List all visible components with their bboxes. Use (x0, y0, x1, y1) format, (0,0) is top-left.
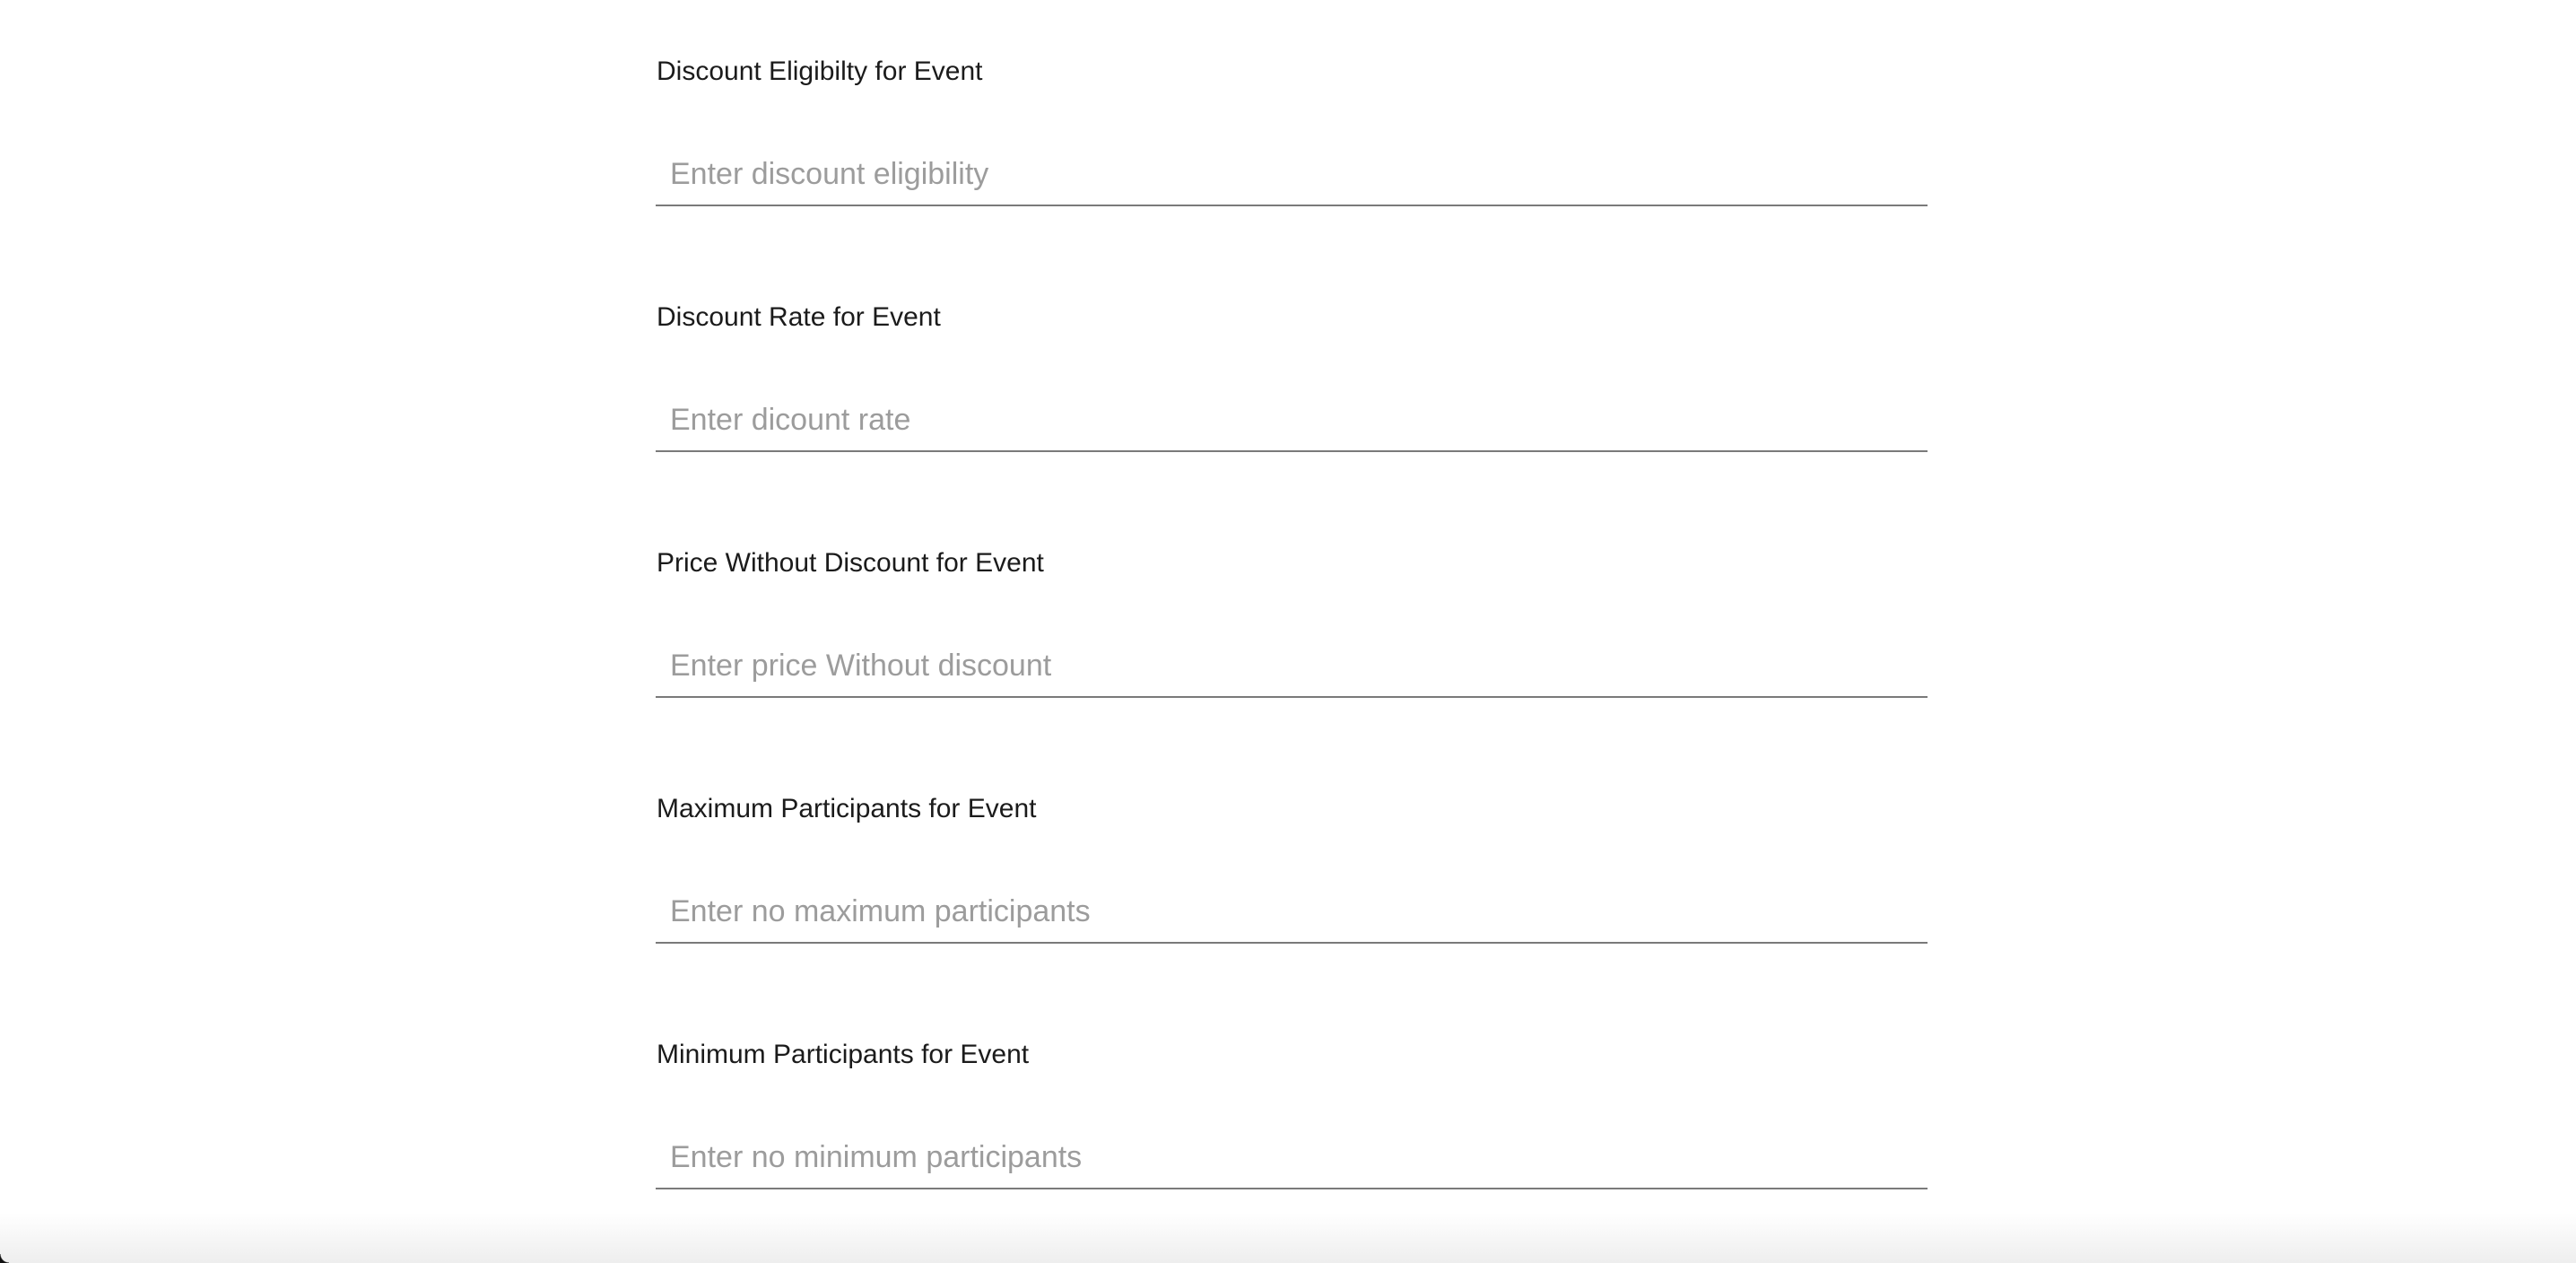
discount-eligibility-field: Discount Eligibilty for Event (656, 0, 1928, 208)
maximum-participants-field: Maximum Participants for Event (656, 737, 1928, 945)
bottom-scroll-shadow (0, 1213, 2576, 1263)
discount-rate-field: Discount Rate for Event (656, 246, 1928, 454)
maximum-participants-input[interactable] (656, 881, 1928, 944)
discount-rate-label: Discount Rate for Event (657, 302, 941, 332)
discount-eligibility-input[interactable] (656, 144, 1928, 206)
minimum-participants-field: Minimum Participants for Event (656, 983, 1928, 1191)
price-without-discount-input[interactable] (656, 635, 1928, 698)
window-corner (0, 1254, 9, 1263)
price-without-discount-field: Price Without Discount for Event (656, 492, 1928, 700)
maximum-participants-label: Maximum Participants for Event (657, 794, 1037, 823)
minimum-participants-label: Minimum Participants for Event (657, 1040, 1030, 1069)
discount-rate-input[interactable] (656, 389, 1928, 452)
discount-eligibility-label: Discount Eligibilty for Event (657, 57, 983, 86)
minimum-participants-input[interactable] (656, 1127, 1928, 1189)
price-without-discount-label: Price Without Discount for Event (657, 548, 1044, 578)
